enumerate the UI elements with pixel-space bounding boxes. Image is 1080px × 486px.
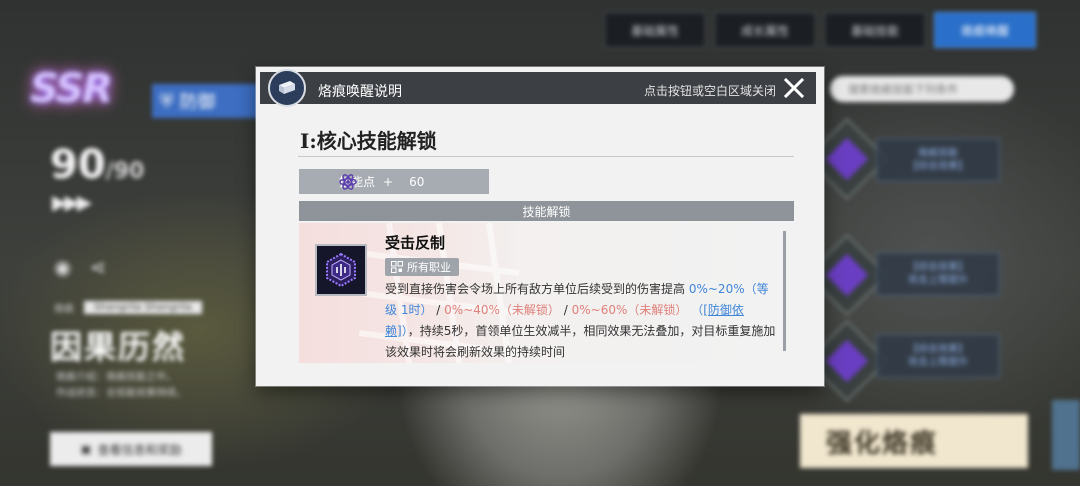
role-badge: ⛨ 防御 — [152, 84, 262, 118]
side-panel-edge[interactable] — [1052, 400, 1080, 470]
desc-line-1: 烙痕介绍：烙痕技能之中。 — [56, 372, 176, 383]
tab-basic-skills[interactable]: 基础技能 — [824, 12, 926, 48]
tab-imprint-awakening[interactable]: 烙痕唤醒 — [934, 12, 1036, 48]
close-x-icon[interactable] — [782, 76, 806, 100]
name-tag-value: Shangrila Shangrila — [84, 301, 202, 314]
scrollbar-thumb[interactable] — [783, 231, 786, 351]
skill-node-card-3: 【综合效果】 攻击上限提升 — [876, 334, 1000, 378]
view-details-label: 查看信息和奖励 — [97, 442, 182, 457]
section-divider — [298, 156, 794, 157]
separator-1: / — [436, 303, 441, 317]
section-title: I:核心技能解锁 — [300, 129, 437, 153]
share-icon[interactable]: ⋖ — [89, 255, 106, 279]
top-tab-bar: 基础属性 成长属性 基础技能 烙痕唤醒 — [604, 12, 1036, 48]
skill-points-plus: + — [383, 174, 394, 189]
skill-node-card-2: 【综合效果】 攻击上限提升 — [876, 252, 1000, 296]
desc-part-2: ，持续5秒，首领单位生效减半，相同效果无法叠加，对目标重复施加该效果时将会刷新效… — [385, 324, 776, 359]
eye-icon[interactable]: ◉ — [54, 255, 71, 279]
imprint-name: 因果历然 — [50, 328, 187, 366]
atom-icon — [339, 174, 357, 190]
info-icon: ▣ — [80, 442, 92, 456]
skill-points-bar: 技能点 + 60 — [299, 169, 489, 194]
imprint-description: 烙痕介绍：烙痕技能之中。 作战状态：全技能效果持续。 — [56, 370, 186, 402]
unlock-header: 技能解锁 — [299, 201, 794, 221]
tab-growth-attributes[interactable]: 成长属性 — [714, 12, 816, 48]
level-2-range: 0%~40%（未解锁） — [444, 303, 560, 317]
star-rank: ▶▶▶ — [52, 190, 92, 214]
level-display: 90/90 — [50, 142, 144, 188]
book-icon — [268, 69, 306, 107]
skill-description: 受到直接伤害会令场上所有敌方单位后续受到的伤害提高 0%~20%（等级 1时） … — [385, 279, 777, 363]
name-tag-label: 烙痕 — [54, 304, 74, 315]
qr-grid-icon — [391, 261, 403, 273]
imprint-awakening-dialog: 烙痕唤醒说明 点击按钮或空白区域关闭 I:核心技能解锁 技能点 + 60 技能解… — [256, 67, 824, 386]
dialog-title: 烙痕唤醒说明 — [318, 84, 402, 100]
level-3-range: 0%~60%（未解锁） — [571, 303, 688, 317]
skill-node-card-1: 烙痕技能 【综合效果】 — [876, 138, 1000, 182]
dialog-header: 烙痕唤醒说明 点击按钮或空白区域关闭 — [260, 72, 816, 104]
skill-name: 受击反制 — [385, 234, 446, 252]
close-hint: 点击按钮或空白区域关闭 — [643, 84, 776, 98]
role-label: 防御 — [179, 92, 216, 113]
skill-points-value: 60 — [409, 174, 425, 189]
rarity-logo: SSR — [30, 66, 113, 112]
level-current: 90 — [50, 142, 106, 188]
desc-part-1: 受到直接伤害会令场上所有敌方单位后续受到的伤害提高 — [385, 282, 686, 296]
level-max: /90 — [105, 159, 145, 184]
desc-line-2: 作战状态：全技能效果持续。 — [56, 388, 186, 399]
separator-2: / — [563, 303, 568, 317]
job-tag: 所有职业 — [385, 258, 459, 276]
skill-card: 受击反制 所有职业 受到直接伤害会令场上所有敌方单位后续受到的伤害提高 0%~2… — [299, 223, 794, 363]
tab-basic-attributes[interactable]: 基础属性 — [604, 12, 706, 48]
skill-icon — [315, 244, 367, 296]
shield-icon: ⛨ — [160, 90, 174, 112]
character-action-icons: ◉ ⋖ — [54, 255, 106, 279]
paren-open: （ — [691, 303, 704, 317]
imprint-name-tag: 烙痕 Shangrila Shangrila — [54, 300, 202, 315]
strengthen-imprint-button[interactable]: 强化烙痕 — [800, 414, 1028, 468]
view-details-button[interactable]: ▣ 查看信息和奖励 — [50, 432, 212, 466]
job-tag-label: 所有职业 — [407, 261, 451, 274]
skill-filter-pill[interactable]: 搜索烙痕技能下列条件 — [830, 76, 1014, 102]
